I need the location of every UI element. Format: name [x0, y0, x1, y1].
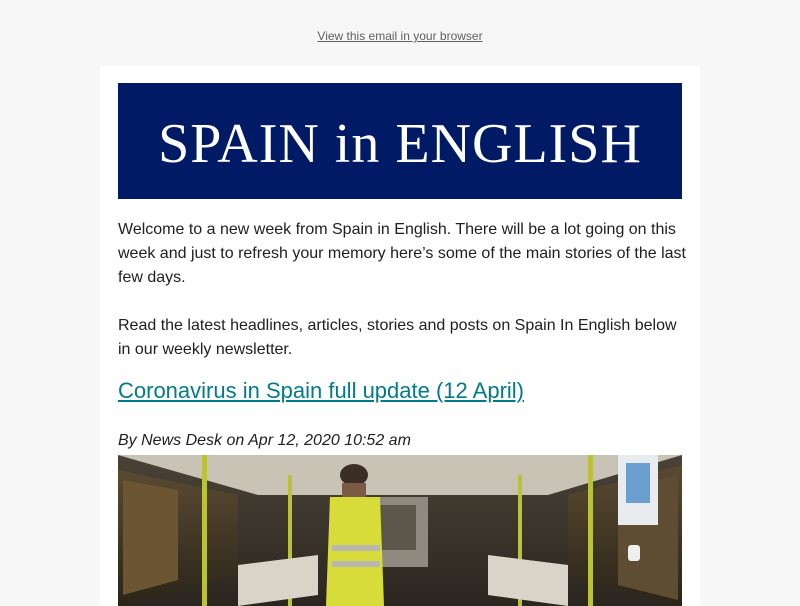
photo-icon	[118, 455, 682, 606]
intro-paragraph-2: Read the latest headlines, articles, sto…	[118, 317, 677, 358]
article-byline: By News Desk on Apr 12, 2020 10:52 am	[118, 432, 411, 449]
preheader: View this email in your browser	[0, 0, 800, 66]
intro-paragraph-1: Welcome to a new week from Spain in Engl…	[118, 221, 686, 286]
intro-text: Welcome to a new week from Spain in Engl…	[118, 218, 688, 386]
brand-title: SPAIN in ENGLISH	[158, 113, 642, 175]
email-card: SPAIN in ENGLISH Welcome to a new week f…	[100, 66, 700, 606]
article-photo[interactable]	[118, 455, 682, 606]
view-in-browser-link[interactable]: View this email in your browser	[0, 29, 800, 43]
article-title-link[interactable]: Coronavirus in Spain full update (12 Apr…	[118, 378, 524, 404]
header-banner: SPAIN in ENGLISH	[118, 83, 682, 199]
